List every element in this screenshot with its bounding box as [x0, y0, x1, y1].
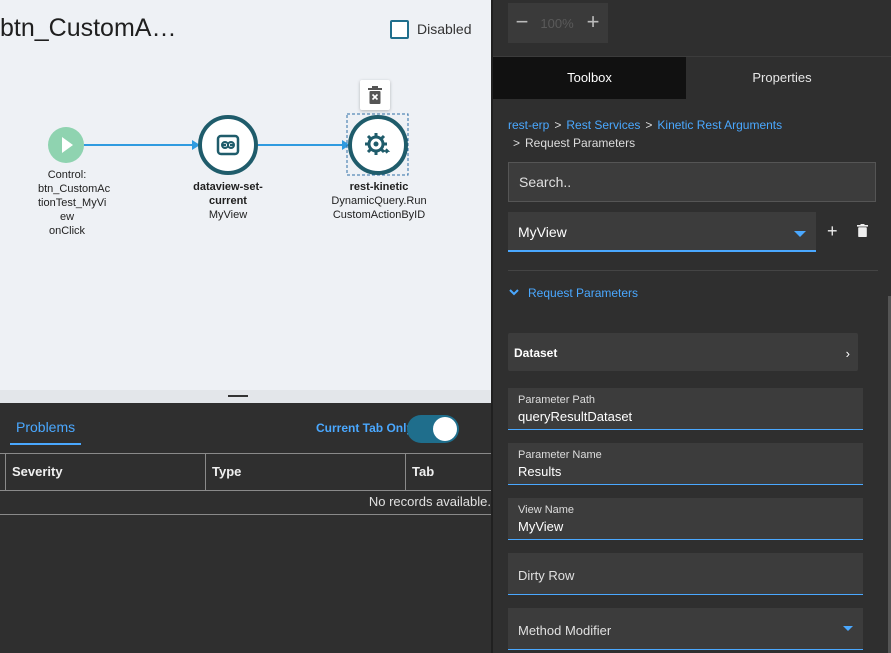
start-node-label: Control: btn_CustomAc tionTest_MyVi ew o… — [38, 168, 110, 238]
view-select-value: MyView — [518, 224, 567, 240]
column-header-type[interactable]: Type — [205, 454, 405, 490]
column-header-tab[interactable]: Tab — [405, 454, 491, 490]
dataset-label: Dataset — [514, 346, 558, 360]
add-view-button[interactable]: + — [827, 222, 838, 240]
current-tab-only-label: Current Tab Only — [316, 421, 414, 435]
trash-icon — [368, 86, 382, 104]
method-modifier-field[interactable]: Method Modifier — [508, 608, 863, 650]
field-value: Results — [518, 464, 562, 479]
tab-properties[interactable]: Properties — [686, 57, 878, 99]
field-label: Parameter Path — [518, 394, 596, 406]
field-label: Dirty Row — [518, 568, 575, 583]
panel-splitter[interactable] — [0, 390, 493, 403]
breadcrumb-separator: > — [513, 136, 521, 150]
dataset-row[interactable]: Dataset › — [508, 333, 858, 371]
search-input[interactable] — [509, 163, 875, 201]
field-label: View Name — [518, 504, 575, 516]
breadcrumb-link[interactable]: Rest Services — [566, 118, 640, 132]
field-label: Parameter Name — [518, 449, 602, 461]
search-field — [508, 162, 876, 202]
field-label: Method Modifier — [518, 623, 612, 638]
caret-down-icon — [794, 231, 806, 237]
zoom-control: − 100% + — [508, 3, 608, 43]
start-node-label-line: btn_CustomAc — [38, 183, 111, 195]
designer-canvas[interactable]: btn_CustomA… Disabled Control: btn_Custo… — [0, 0, 493, 390]
delete-view-button[interactable] — [857, 224, 868, 242]
delete-node-button[interactable] — [360, 80, 390, 110]
tab-toolbox[interactable]: Toolbox — [493, 57, 686, 99]
start-node[interactable] — [48, 127, 84, 163]
dataview-node-title: dataview-set-current — [193, 181, 263, 207]
breadcrumb-separator: > — [554, 118, 562, 132]
caret-down-icon — [843, 626, 853, 631]
problems-grid-header: Severity Type Tab — [0, 453, 491, 491]
start-node-label-line: ew — [59, 211, 75, 223]
chevron-down-icon — [509, 289, 519, 296]
parameter-name-field[interactable]: Parameter Name Results — [508, 443, 863, 485]
rest-node-title: rest-kinetic — [349, 181, 409, 193]
start-node-label-line: Control: — [47, 169, 87, 181]
problems-panel: Problems Current Tab Only Severity Type … — [0, 403, 491, 653]
view-select[interactable]: MyView — [508, 212, 816, 252]
dataview-node-subtitle: MyView — [208, 209, 248, 221]
section-divider — [508, 270, 878, 271]
start-node-label-line: onClick — [48, 225, 86, 237]
chevron-right-icon: › — [845, 346, 850, 361]
column-header-severity[interactable]: Severity — [5, 454, 205, 490]
view-name-field[interactable]: View Name MyView — [508, 498, 863, 540]
rest-kinetic-node[interactable] — [346, 113, 409, 176]
breadcrumb-link[interactable]: Kinetic Rest Arguments — [657, 118, 782, 132]
section-label: Request Parameters — [528, 286, 639, 300]
dataview-node-label: dataview-set-current MyView — [188, 180, 268, 222]
breadcrumb-current: Request Parameters — [525, 136, 636, 150]
splitter-grip[interactable] — [228, 395, 248, 397]
zoom-out-button[interactable]: − — [512, 9, 532, 35]
zoom-level: 100% — [540, 16, 574, 31]
empty-grid-message: No records available. — [0, 490, 491, 515]
dataview-node[interactable] — [198, 115, 258, 175]
parameter-path-field[interactable]: Parameter Path queryResultDataset — [508, 388, 863, 430]
dirty-row-field[interactable]: Dirty Row — [508, 553, 863, 595]
breadcrumb-separator: > — [645, 118, 653, 132]
panel-tabs: Toolbox Properties — [493, 56, 891, 99]
field-value: MyView — [518, 519, 564, 534]
rest-node-subtitle: DynamicQuery.RunCustomActionByID — [331, 195, 427, 221]
rest-node-label: rest-kinetic DynamicQuery.RunCustomActio… — [330, 180, 428, 222]
start-node-label-line: tionTest_MyVi — [38, 197, 107, 209]
tab-problems[interactable]: Problems — [10, 415, 82, 445]
toggle-knob — [433, 417, 457, 441]
current-tab-only-toggle[interactable] — [407, 415, 459, 443]
field-value: queryResultDataset — [518, 409, 633, 424]
trash-icon — [857, 224, 868, 237]
breadcrumb: rest-erp > Rest Services > Kinetic Rest Argu… — [508, 116, 782, 152]
zoom-in-button[interactable]: + — [583, 9, 603, 35]
side-panel: − 100% + Toolbox Properties rest-erp > Res… — [493, 0, 891, 653]
breadcrumb-link[interactable]: rest-erp — [508, 118, 549, 132]
